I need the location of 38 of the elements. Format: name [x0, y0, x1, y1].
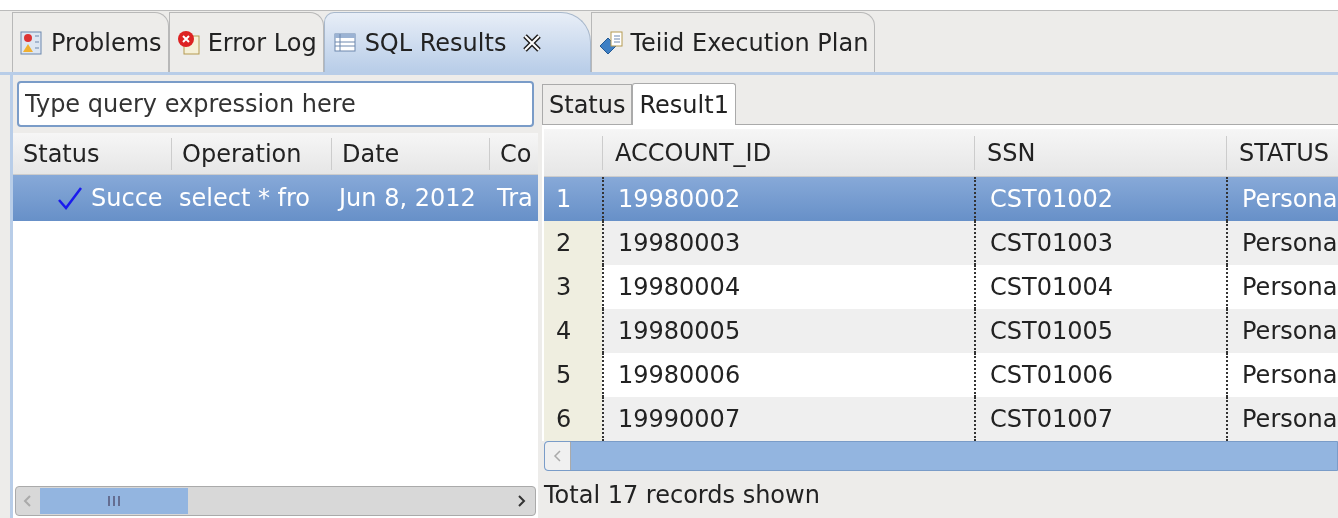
table-cell-text: select * fro: [179, 183, 311, 214]
view-tab[interactable]: SQL Results: [323, 12, 592, 72]
close-icon[interactable]: [522, 32, 543, 53]
view-tab[interactable]: Teiid Execution Plan: [591, 12, 876, 72]
column-header[interactable]: STATUS: [1226, 135, 1338, 170]
result-row[interactable]: 5 19980006 CST01006 Persona: [544, 353, 1338, 397]
horizontal-scrollbar[interactable]: [544, 441, 1338, 471]
row-number: 2: [544, 221, 602, 265]
column-header[interactable]: ACCOUNT_ID: [602, 135, 974, 170]
column-header[interactable]: SSN: [974, 135, 1226, 170]
row-number: 1: [555, 184, 573, 215]
result-row[interactable]: 6 19990007 CST01007 Persona: [544, 397, 1338, 441]
column-header[interactable]: Operation: [171, 137, 331, 170]
view-tab[interactable]: Problems: [12, 12, 169, 72]
scroll-left-icon[interactable]: [551, 449, 564, 463]
problems-icon: [19, 29, 45, 56]
grip-icon: [107, 496, 121, 506]
row-number: 4: [544, 309, 602, 353]
scrollbar-thumb[interactable]: [40, 488, 188, 514]
result-row[interactable]: 3 19980004 CST01004 Persona: [544, 265, 1338, 309]
row-number: 3: [544, 265, 602, 309]
column-header[interactable]: Status: [13, 137, 171, 170]
query-filter-field[interactable]: Type query expression here: [17, 81, 534, 127]
table-cell-text: Succe: [91, 183, 163, 214]
table-cell-text: Tra: [497, 183, 533, 214]
horizontal-scrollbar[interactable]: [15, 486, 536, 516]
result-tab[interactable]: Status: [542, 84, 633, 124]
view-tab[interactable]: Error Log: [168, 12, 324, 72]
result-row[interactable]: 4 19980005 CST01005 Persona: [544, 309, 1338, 353]
result-row[interactable]: 2 19980003 CST01003 Persona: [544, 221, 1338, 265]
execution-plan-icon: [598, 29, 625, 56]
error-log-icon: [175, 29, 202, 56]
row-number: 5: [544, 353, 602, 397]
records-count-text: Total 17 records shown: [544, 479, 820, 511]
table-cell-text: Jun 8, 2012: [339, 183, 476, 214]
result-tab[interactable]: Result1: [632, 83, 736, 125]
column-header[interactable]: Date: [331, 137, 489, 170]
row-number: 6: [544, 397, 602, 441]
